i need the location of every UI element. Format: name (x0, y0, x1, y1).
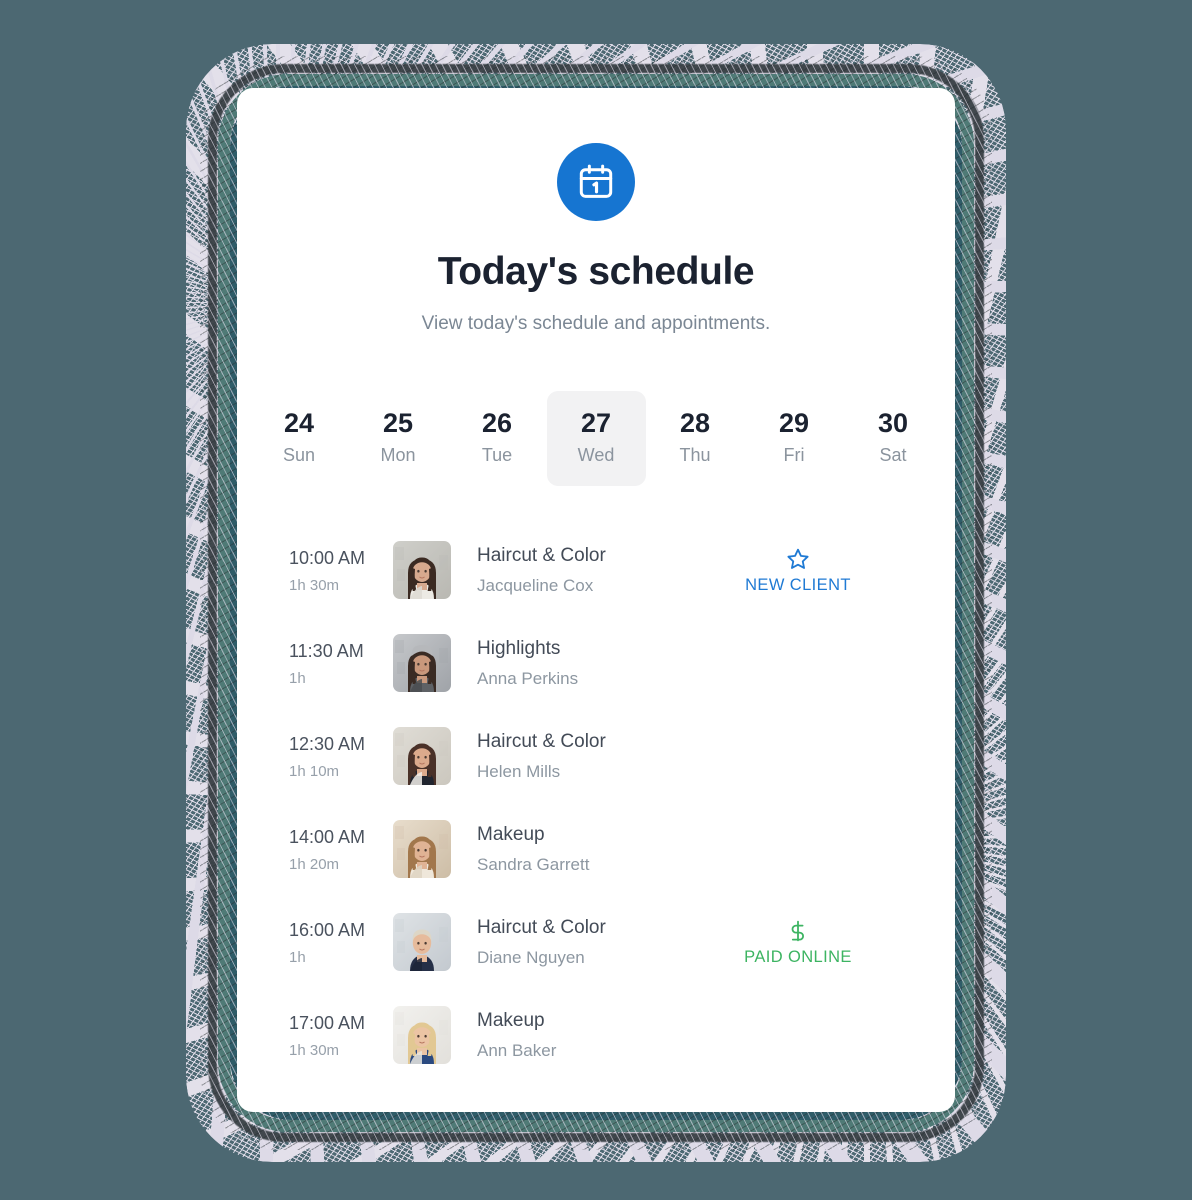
appointment-badge-column: NEW CLIENT (693, 546, 903, 595)
week-day-name: Wed (577, 445, 615, 466)
card-header: Today's schedule View today's schedule a… (237, 88, 955, 335)
status-badge: NEW CLIENT (745, 575, 851, 594)
week-day-name: Sun (282, 445, 316, 466)
page-subtitle: View today's schedule and appointments. (421, 313, 771, 334)
star-icon (693, 546, 903, 572)
appointment-service: Makeup (477, 824, 545, 846)
appointment-time: 14:00 AM (289, 827, 366, 848)
week-day-name: Mon (380, 445, 416, 466)
week-date-strip: 24 Sun 25 Mon 26 Tue 27 Wed 28 Thu 29 Fri 30 Sat (237, 391, 955, 487)
week-day-number: 25 (382, 408, 414, 438)
client-avatar[interactable] (393, 820, 451, 879)
week-day-name: Thu (679, 445, 711, 466)
appointment-row[interactable]: 17:00 AM 1h 30m Makeup Ann Baker (289, 997, 903, 1073)
appointment-row[interactable]: 14:00 AM 1h 20m Makeup Sandra Garrett (289, 811, 903, 887)
appointment-row[interactable]: 11:30 AM 1h Highlights Anna Perkins (289, 625, 903, 701)
week-day-number: 26 (481, 408, 513, 438)
status-badge: PAID ONLINE (744, 947, 852, 966)
client-avatar[interactable] (393, 541, 451, 600)
appointment-duration: 1h 10m (289, 762, 340, 780)
week-day-sat[interactable]: 30 Sat (844, 391, 943, 486)
appointment-client-name: Helen Mills (477, 762, 561, 782)
appointment-info: Haircut & Color Helen Mills (477, 730, 693, 782)
client-avatar[interactable] (393, 634, 451, 693)
week-day-number: 29 (778, 408, 810, 438)
week-day-name: Tue (481, 445, 513, 466)
appointment-client-name: Anna Perkins (477, 669, 579, 689)
appointment-info: Makeup Ann Baker (477, 1009, 693, 1061)
appointment-time: 10:00 AM (289, 548, 366, 569)
appointment-service: Highlights (477, 638, 561, 660)
appointment-info: Highlights Anna Perkins (477, 637, 693, 689)
appointment-row[interactable]: 10:00 AM 1h 30m Haircut & Color Jacqueli… (289, 532, 903, 608)
client-avatar[interactable] (393, 727, 451, 786)
client-avatar[interactable] (393, 1006, 451, 1065)
appointment-client-name: Diane Nguyen (477, 948, 585, 968)
appointment-time: 11:30 AM (289, 641, 364, 662)
appointment-service: Makeup (477, 1010, 545, 1032)
appointment-duration: 1h 20m (289, 855, 340, 873)
appointment-time-column: 17:00 AM 1h 30m (289, 1012, 393, 1059)
appointment-duration: 1h 30m (289, 1041, 340, 1059)
appointment-time: 16:00 AM (289, 920, 366, 941)
appointment-time: 17:00 AM (289, 1013, 366, 1034)
appointment-info: Haircut & Color Jacqueline Cox (477, 544, 693, 596)
appointment-service: Haircut & Color (477, 917, 606, 939)
week-day-thu[interactable]: 28 Thu (646, 391, 745, 486)
appointment-info: Makeup Sandra Garrett (477, 823, 693, 875)
appointment-time-column: 11:30 AM 1h (289, 640, 393, 687)
appointment-time-column: 16:00 AM 1h (289, 919, 393, 966)
schedule-card: Today's schedule View today's schedule a… (237, 88, 955, 1112)
week-day-number: 28 (679, 408, 711, 438)
appointment-list: 10:00 AM 1h 30m Haircut & Color Jacqueli… (237, 532, 955, 1073)
week-day-mon[interactable]: 25 Mon (349, 391, 448, 486)
device-frame: Today's schedule View today's schedule a… (186, 44, 1006, 1162)
appointment-client-name: Ann Baker (477, 1041, 557, 1061)
appointment-client-name: Jacqueline Cox (477, 576, 594, 596)
appointment-duration: 1h (289, 948, 306, 966)
dollar-icon (693, 918, 903, 944)
week-day-number: 24 (283, 408, 315, 438)
appointment-client-name: Sandra Garrett (477, 855, 590, 875)
appointment-duration: 1h (289, 669, 306, 687)
week-day-number: 27 (580, 408, 612, 438)
appointment-info: Haircut & Color Diane Nguyen (477, 916, 693, 968)
appointment-time-column: 10:00 AM 1h 30m (289, 547, 393, 594)
week-day-wed[interactable]: 27 Wed (546, 391, 646, 487)
appointment-service: Haircut & Color (477, 545, 606, 567)
appointment-badge-column: PAID ONLINE (693, 918, 903, 967)
client-avatar[interactable] (393, 913, 451, 972)
appointment-row[interactable]: 16:00 AM 1h Haircut & Color Diane Nguyen… (289, 904, 903, 980)
week-day-fri[interactable]: 29 Fri (745, 391, 844, 486)
week-day-name: Sat (879, 445, 907, 466)
appointment-time: 12:30 AM (289, 734, 366, 755)
week-day-sun[interactable]: 24 Sun (250, 391, 349, 486)
week-day-tue[interactable]: 26 Tue (448, 391, 547, 486)
week-day-number: 30 (877, 408, 909, 438)
appointment-time-column: 12:30 AM 1h 10m (289, 733, 393, 780)
week-day-name: Fri (783, 445, 805, 466)
appointment-time-column: 14:00 AM 1h 20m (289, 826, 393, 873)
calendar-icon (557, 143, 635, 221)
page-title: Today's schedule (437, 250, 755, 293)
appointment-duration: 1h 30m (289, 576, 340, 594)
appointment-service: Haircut & Color (477, 731, 606, 753)
appointment-row[interactable]: 12:30 AM 1h 10m Haircut & Color Helen Mi… (289, 718, 903, 794)
